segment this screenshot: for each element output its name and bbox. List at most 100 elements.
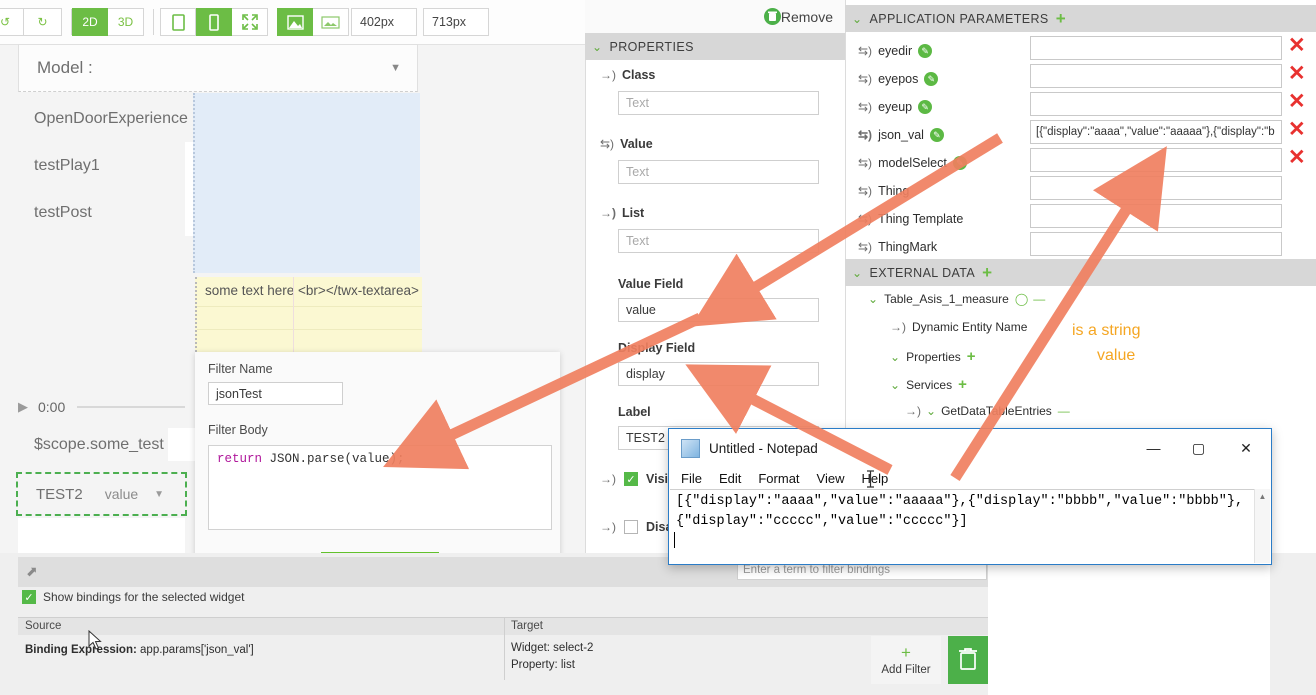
chevron-down-icon: ⌄ <box>868 292 884 306</box>
arrow-in-icon[interactable]: →) <box>600 520 616 534</box>
delete-binding-button[interactable] <box>948 636 988 684</box>
filter-body-editor[interactable]: return JSON.parse(value); <box>208 445 552 530</box>
param-input[interactable] <box>1030 92 1282 116</box>
selected-select-widget[interactable]: TEST2 value ▼ <box>16 472 187 516</box>
external-data-header[interactable]: ⌄ EXTERNAL DATA + <box>845 259 1316 286</box>
landscape-image-icon[interactable] <box>313 8 349 36</box>
remove-widget-bar[interactable]: Remove <box>585 0 845 33</box>
param-input[interactable] <box>1030 64 1282 88</box>
maximize-icon[interactable]: ▢ <box>1176 433 1221 463</box>
chevron-down-icon: ⌄ <box>845 266 869 280</box>
blue-widget-placeholder[interactable] <box>193 93 420 273</box>
two-way-icon[interactable]: ⇆) <box>858 240 872 254</box>
width-input[interactable]: 402px <box>351 8 417 36</box>
two-way-icon[interactable]: ⇆) <box>858 156 872 170</box>
arrow-in-icon[interactable]: →) <box>600 472 616 486</box>
external-child-row[interactable]: ⌄ Properties + <box>890 348 976 365</box>
param-delete-icon[interactable]: ✕ <box>1288 119 1306 140</box>
visible-checkbox[interactable]: ✓ <box>624 472 638 486</box>
menu-file[interactable]: File <box>681 471 702 486</box>
minimize-icon[interactable]: — <box>1131 433 1176 463</box>
view-3d-button[interactable]: 3D <box>108 8 144 36</box>
two-way-icon[interactable]: ⇆) <box>858 44 872 58</box>
portrait-image-icon[interactable] <box>277 8 313 36</box>
plus-icon[interactable]: + <box>952 376 967 393</box>
param-input[interactable] <box>1030 176 1282 200</box>
notepad-scrollbar[interactable]: ▲ <box>1254 489 1270 563</box>
notepad-titlebar[interactable]: Untitled - Notepad — ▢ ✕ <box>669 429 1271 467</box>
param-delete-icon[interactable]: ✕ <box>1288 63 1306 84</box>
two-way-icon[interactable]: ⇆) <box>858 100 872 114</box>
two-way-icon[interactable]: ⇆) <box>858 72 872 86</box>
edit-pencil-icon[interactable]: ✎ <box>953 156 967 170</box>
filter-name-input[interactable]: jsonTest <box>208 382 343 405</box>
prop-class-input[interactable]: Text <box>618 91 819 115</box>
timeline-track[interactable] <box>77 406 185 408</box>
notepad-textarea[interactable]: [{"display":"aaaa","value":"aaaaa"},{"di… <box>670 489 1270 563</box>
menu-format[interactable]: Format <box>758 471 799 486</box>
scope-text-widget[interactable]: $scope.some_test <box>18 428 185 461</box>
notepad-window[interactable]: Untitled - Notepad — ▢ ✕ File Edit Forma… <box>668 428 1272 565</box>
param-json-val-input[interactable]: [{"display":"aaaa","value":"aaaaa"},{"di… <box>1030 120 1282 144</box>
external-child-row[interactable]: →) Dynamic Entity Name <box>890 320 1027 334</box>
edit-pencil-icon[interactable]: ✎ <box>924 72 938 86</box>
arrow-in-icon[interactable]: →) <box>600 68 616 82</box>
fullscreen-icon[interactable] <box>232 8 268 36</box>
show-bindings-row[interactable]: ✓ Show bindings for the selected widget <box>22 590 244 604</box>
edit-pencil-icon[interactable]: ✎ <box>930 128 944 142</box>
popout-icon[interactable]: ⬈ <box>26 563 38 580</box>
list-item[interactable]: testPlay1 <box>18 142 185 189</box>
tablet-icon[interactable] <box>160 8 196 36</box>
param-delete-icon[interactable]: ✕ <box>1288 147 1306 168</box>
minus-icon[interactable]: — <box>1033 292 1045 306</box>
model-select-widget[interactable]: Model : ▼ <box>18 44 418 92</box>
param-row: ⇆) modelSelect ✎ <box>858 149 967 177</box>
prop-list-input[interactable]: Text <box>618 229 819 253</box>
plus-icon[interactable]: + <box>1049 9 1066 29</box>
plus-icon[interactable]: + <box>961 348 976 365</box>
prop-value-input[interactable]: Text <box>618 160 819 184</box>
app-parameters-header[interactable]: ⌄ APPLICATION PARAMETERS + <box>845 5 1316 32</box>
param-delete-icon[interactable]: ✕ <box>1288 91 1306 112</box>
two-way-icon[interactable]: ⇆) <box>858 128 872 142</box>
redo-icon[interactable]: ↻ <box>24 8 62 36</box>
edit-pencil-icon[interactable]: ✎ <box>918 100 932 114</box>
disabled-checkbox[interactable] <box>624 520 638 534</box>
height-input[interactable]: 713px <box>423 8 489 36</box>
textarea-widget[interactable]: some text here <br></twx-textarea> <box>195 277 422 364</box>
param-delete-icon[interactable]: ✕ <box>1288 35 1306 56</box>
two-way-icon[interactable]: ⇆) <box>858 212 872 226</box>
refresh-icon[interactable]: ◯ <box>1015 292 1028 306</box>
show-bindings-checkbox[interactable]: ✓ <box>22 590 36 604</box>
menu-view[interactable]: View <box>817 471 845 486</box>
external-child-row[interactable]: ⌄ Services + <box>890 376 967 393</box>
two-way-icon[interactable]: ⇆) <box>858 184 872 198</box>
undo-icon[interactable]: ↺ <box>0 8 24 36</box>
close-icon[interactable]: ✕ <box>1221 433 1271 463</box>
notepad-menubar: File Edit Format View Help <box>669 467 1271 489</box>
param-input[interactable] <box>1030 204 1282 228</box>
timeline-widget[interactable]: ▶ 0:00 <box>18 392 185 422</box>
view-2d-button[interactable]: 2D <box>72 8 108 36</box>
external-service-row[interactable]: →) ⌄ GetDataTableEntries — <box>905 404 1070 418</box>
properties-section-header[interactable]: ⌄ PROPERTIES <box>585 33 845 60</box>
two-way-icon[interactable]: ⇆) <box>600 137 614 151</box>
prop-display-field-input[interactable]: display <box>618 362 819 386</box>
param-input[interactable] <box>1030 148 1282 172</box>
trash-icon[interactable] <box>764 8 781 25</box>
plus-icon[interactable]: + <box>975 263 992 283</box>
prop-value-field-input[interactable]: value <box>618 298 819 322</box>
arrow-in-bold-icon[interactable]: →) <box>600 206 616 220</box>
external-entity-row[interactable]: ⌄ Table_Asis_1_measure ◯ — <box>868 292 1045 306</box>
play-icon[interactable]: ▶ <box>18 399 28 415</box>
param-input[interactable] <box>1030 232 1282 256</box>
list-item[interactable]: testPost <box>18 189 185 236</box>
param-input[interactable] <box>1030 36 1282 60</box>
phone-icon[interactable] <box>196 8 232 36</box>
edit-pencil-icon[interactable]: ✎ <box>918 44 932 58</box>
prop-placeholder: Text <box>626 165 649 179</box>
minus-icon[interactable]: — <box>1058 404 1070 418</box>
chevron-up-icon[interactable]: ▲ <box>1255 489 1270 501</box>
menu-edit[interactable]: Edit <box>719 471 741 486</box>
add-filter-button[interactable]: + Add Filter <box>871 636 941 684</box>
